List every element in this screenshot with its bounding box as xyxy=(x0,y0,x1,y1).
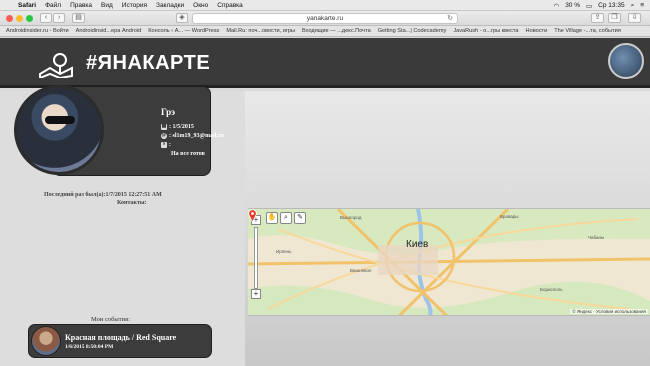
map-label: Вышгород xyxy=(340,215,362,220)
bookmark-item[interactable]: Androidinsid...ера Android xyxy=(76,28,142,34)
email-value: : sl1m19_93@mail.ru xyxy=(169,133,224,139)
map-pin-icon[interactable] xyxy=(248,209,257,222)
bookmark-item[interactable]: Getting Sta...| Codecademy xyxy=(378,28,447,34)
hand-icon[interactable]: ✋ xyxy=(266,212,278,224)
site-header: #ЯНАКАРТЕ xyxy=(0,38,650,88)
zoom-window-icon[interactable] xyxy=(26,15,33,22)
map-copyright[interactable]: © Яндекс · Условия использования xyxy=(570,309,648,314)
user-avatar[interactable] xyxy=(608,43,644,79)
menu-file[interactable]: Файл xyxy=(45,2,61,9)
clock[interactable]: Ср 13:35 xyxy=(598,2,624,9)
map-label: Бровары xyxy=(500,214,519,219)
back-button[interactable]: ‹ xyxy=(40,13,52,23)
share-icon[interactable]: ⇪ xyxy=(591,13,604,23)
map-canvas[interactable] xyxy=(248,209,650,316)
menu-history[interactable]: История xyxy=(122,2,147,9)
map-label: Борисполь xyxy=(540,287,563,292)
skype-value: : xyxy=(169,142,171,148)
map-label: Вишневое xyxy=(350,268,372,273)
ruler-icon[interactable]: ✎ xyxy=(294,212,306,224)
last-seen-text: Последний раз был(а):1/7/2015 12:27:51 A… xyxy=(44,192,162,198)
bookmark-item[interactable]: Mail.Ru: поч...овости, игры xyxy=(226,28,295,34)
zoom-slider[interactable] xyxy=(254,227,258,289)
map-label: Ирпень xyxy=(276,249,292,254)
map-label: Чабаны xyxy=(588,235,605,240)
magnifier-icon[interactable]: ⌕ xyxy=(280,212,292,224)
map-toolbar: ✋ ⌕ ✎ xyxy=(266,212,306,224)
menu-list-icon[interactable]: ≡ xyxy=(640,2,644,9)
macos-menubar: Safari Файл Правка Вид История Закладки … xyxy=(0,0,650,11)
profile-photo[interactable] xyxy=(14,85,104,175)
menu-window[interactable]: Окно xyxy=(193,2,208,9)
yandex-map[interactable]: + + ✋ ⌕ ✎ Вышгород Бровары Ирпень Вишнев… xyxy=(248,208,650,316)
profile-status: На все готов xyxy=(171,151,205,157)
bookmark-item[interactable]: JavaRush - о...гры квеста xyxy=(453,28,518,34)
menu-bookmarks[interactable]: Закладки xyxy=(156,2,184,9)
address-bar[interactable]: yanakarte.ru ↻ xyxy=(192,13,458,24)
bookmarks-bar: Androidinsider.ru - Войти Androidinsid..… xyxy=(0,26,650,37)
profile-skype: S : xyxy=(161,142,171,148)
zoom-control: + + xyxy=(251,215,263,299)
menubar-status: ◠ 30 % ▭ Ср 13:35 ⌕ ≡ xyxy=(554,0,644,11)
sunglasses-shape xyxy=(45,116,75,124)
profile-name: Грэ xyxy=(161,107,176,117)
contacts-label: Контакты: xyxy=(117,200,147,206)
map-city-label: Киев xyxy=(406,239,429,250)
browser-toolbar: ‹ › ▤ ◈ yanakarte.ru ↻ ⇪ ❐ ⇩ xyxy=(0,11,650,26)
event-title[interactable]: Красная площадь / Red Square xyxy=(65,333,176,342)
event-card[interactable]: Красная площадь / Red Square 1/6/2015 8:… xyxy=(28,324,212,358)
profile-birthday: ▦ : 1/5/2015 xyxy=(161,124,194,130)
event-date: 1/6/2015 8:50:04 PM xyxy=(65,344,114,350)
profile-email: @ : sl1m19_93@mail.ru xyxy=(161,133,224,139)
calendar-icon: ▦ xyxy=(161,124,167,130)
zoom-out-button[interactable]: + xyxy=(251,289,261,299)
email-icon: @ xyxy=(161,133,167,139)
bookmark-item[interactable]: Новости xyxy=(526,28,548,34)
shield-icon[interactable]: ◈ xyxy=(176,13,188,23)
tabs-icon[interactable]: ❐ xyxy=(608,13,621,23)
map-logo-icon[interactable] xyxy=(38,52,76,78)
bookmark-item[interactable]: Androidinsider.ru - Войти xyxy=(6,28,69,34)
skype-icon: S xyxy=(161,142,167,148)
wifi-icon[interactable]: ◠ xyxy=(554,2,560,10)
search-icon[interactable]: ⌕ xyxy=(631,2,635,10)
bookmark-item[interactable]: Консоль ‹ A... — WordPress xyxy=(148,28,219,34)
minimize-window-icon[interactable] xyxy=(16,15,23,22)
bookmark-item[interactable]: Входящие — ...декс.Почта xyxy=(302,28,371,34)
menu-edit[interactable]: Правка xyxy=(70,2,92,9)
download-icon[interactable]: ⇩ xyxy=(628,13,641,23)
menu-help[interactable]: Справка xyxy=(217,2,243,9)
menu-app-safari[interactable]: Safari xyxy=(18,2,36,9)
event-thumbnail[interactable] xyxy=(31,326,61,356)
sidebar-icon[interactable]: ▤ xyxy=(72,13,85,23)
forward-button[interactable]: › xyxy=(53,13,65,23)
reload-icon[interactable]: ↻ xyxy=(447,14,453,23)
battery-icon[interactable]: ▭ xyxy=(586,2,592,10)
site-logo-text[interactable]: #ЯНАКАРТЕ xyxy=(86,52,210,75)
bookmark-item[interactable]: The Village -...та, события xyxy=(554,28,621,34)
profile-panel: Грэ ▦ : 1/5/2015 @ : sl1m19_93@mail.ru S… xyxy=(0,85,245,366)
close-window-icon[interactable] xyxy=(6,15,13,22)
url-text: yanakarte.ru xyxy=(306,15,344,22)
birthday-value: : 1/5/2015 xyxy=(169,124,194,130)
battery-percent[interactable]: 30 % xyxy=(565,2,580,9)
menu-view[interactable]: Вид xyxy=(101,2,113,9)
my-events-label: Мои события: xyxy=(91,316,130,323)
